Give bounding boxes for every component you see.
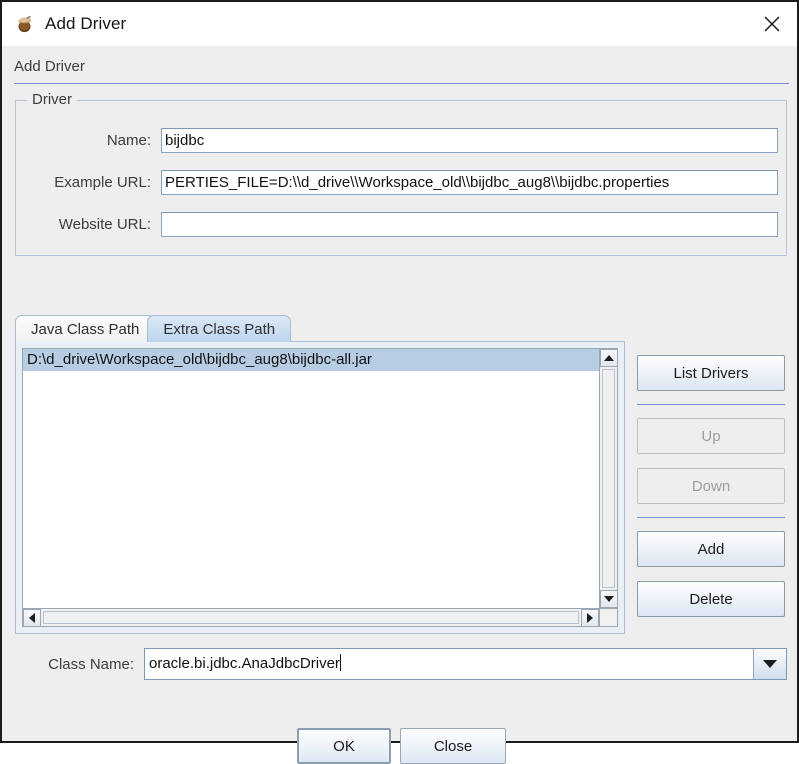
button-separator-top (637, 404, 785, 405)
website-url-input[interactable] (161, 211, 778, 237)
vertical-scrollbar[interactable] (599, 349, 618, 608)
example-url-value: PERTIES_FILE=D:\\d_drive\\Workspace_old\… (165, 173, 670, 191)
triangle-down-icon[interactable] (600, 590, 618, 608)
up-button[interactable]: Up (637, 418, 785, 454)
driver-groupbox: Driver Name: bijdbc Example URL: PERTIES… (15, 91, 787, 256)
name-label: Name: (106, 131, 151, 149)
horizontal-scrollbar[interactable] (23, 608, 599, 627)
chevron-down-icon[interactable] (753, 649, 786, 679)
field-row-website-url: Website URL: (16, 211, 786, 237)
tab-extra-class-path-label: Extra Class Path (163, 320, 276, 338)
dialog-content: Add Driver Driver Name: bijdbc Example U… (2, 46, 799, 764)
class-name-row: Class Name: oracle.bi.jdbc.AnaJdbcDriver (2, 648, 799, 680)
delete-button[interactable]: Delete (637, 581, 785, 617)
classpath-list-panel: D:\d_drive\Workspace_old\bijdbc_aug8\bij… (15, 341, 625, 634)
dialog-footer: OK Close (2, 728, 799, 764)
field-row-name: Name: bijdbc (16, 127, 786, 153)
list-drivers-button[interactable]: List Drivers (637, 355, 785, 391)
horizontal-scrollbar-track[interactable] (43, 611, 579, 624)
vertical-scrollbar-track[interactable] (602, 369, 615, 588)
down-button[interactable]: Down (637, 468, 785, 504)
triangle-right-icon[interactable] (581, 609, 599, 627)
add-driver-dialog: Add Driver Add Driver Driver Name: bijdb… (0, 0, 799, 764)
scrollbar-corner (599, 608, 617, 626)
close-icon[interactable] (755, 7, 789, 41)
ok-button[interactable]: OK (297, 728, 391, 764)
acorn-icon (14, 13, 36, 35)
class-name-combobox[interactable]: oracle.bi.jdbc.AnaJdbcDriver (144, 648, 787, 680)
list-item[interactable]: D:\d_drive\Workspace_old\bijdbc_aug8\bij… (23, 349, 599, 371)
field-row-example-url: Example URL: PERTIES_FILE=D:\\d_drive\\W… (16, 169, 786, 195)
tab-java-class-path[interactable]: Java Class Path (15, 315, 156, 342)
class-name-input[interactable]: oracle.bi.jdbc.AnaJdbcDriver (145, 649, 753, 679)
close-button[interactable]: Close (400, 728, 506, 764)
name-input[interactable]: bijdbc (161, 127, 778, 153)
class-name-value: oracle.bi.jdbc.AnaJdbcDriver (149, 655, 340, 672)
text-caret (339, 654, 341, 671)
class-name-label: Class Name: (48, 655, 134, 673)
example-url-input[interactable]: PERTIES_FILE=D:\\d_drive\\Workspace_old\… (161, 169, 778, 195)
triangle-left-icon[interactable] (23, 609, 41, 627)
button-separator-bottom (637, 517, 785, 518)
triangle-up-icon[interactable] (600, 349, 618, 367)
classpath-list-inner: D:\d_drive\Workspace_old\bijdbc_aug8\bij… (22, 348, 618, 627)
example-url-label: Example URL: (54, 173, 151, 191)
driver-groupbox-legend: Driver (27, 91, 77, 108)
tab-java-class-path-label: Java Class Path (31, 320, 140, 338)
website-url-label: Website URL: (58, 215, 151, 233)
section-divider (14, 83, 789, 84)
tab-extra-class-path[interactable]: Extra Class Path (147, 315, 292, 342)
section-title: Add Driver (14, 58, 85, 75)
window-title: Add Driver (45, 14, 127, 33)
title-bar: Add Driver (2, 2, 797, 46)
classpath-tabstrip: Java Class Path Extra Class Path (15, 314, 787, 342)
add-button[interactable]: Add (637, 531, 785, 567)
classpath-actions: List Drivers Up Down Add Delete (637, 355, 785, 617)
classpath-list-viewport: D:\d_drive\Workspace_old\bijdbc_aug8\bij… (23, 349, 599, 608)
